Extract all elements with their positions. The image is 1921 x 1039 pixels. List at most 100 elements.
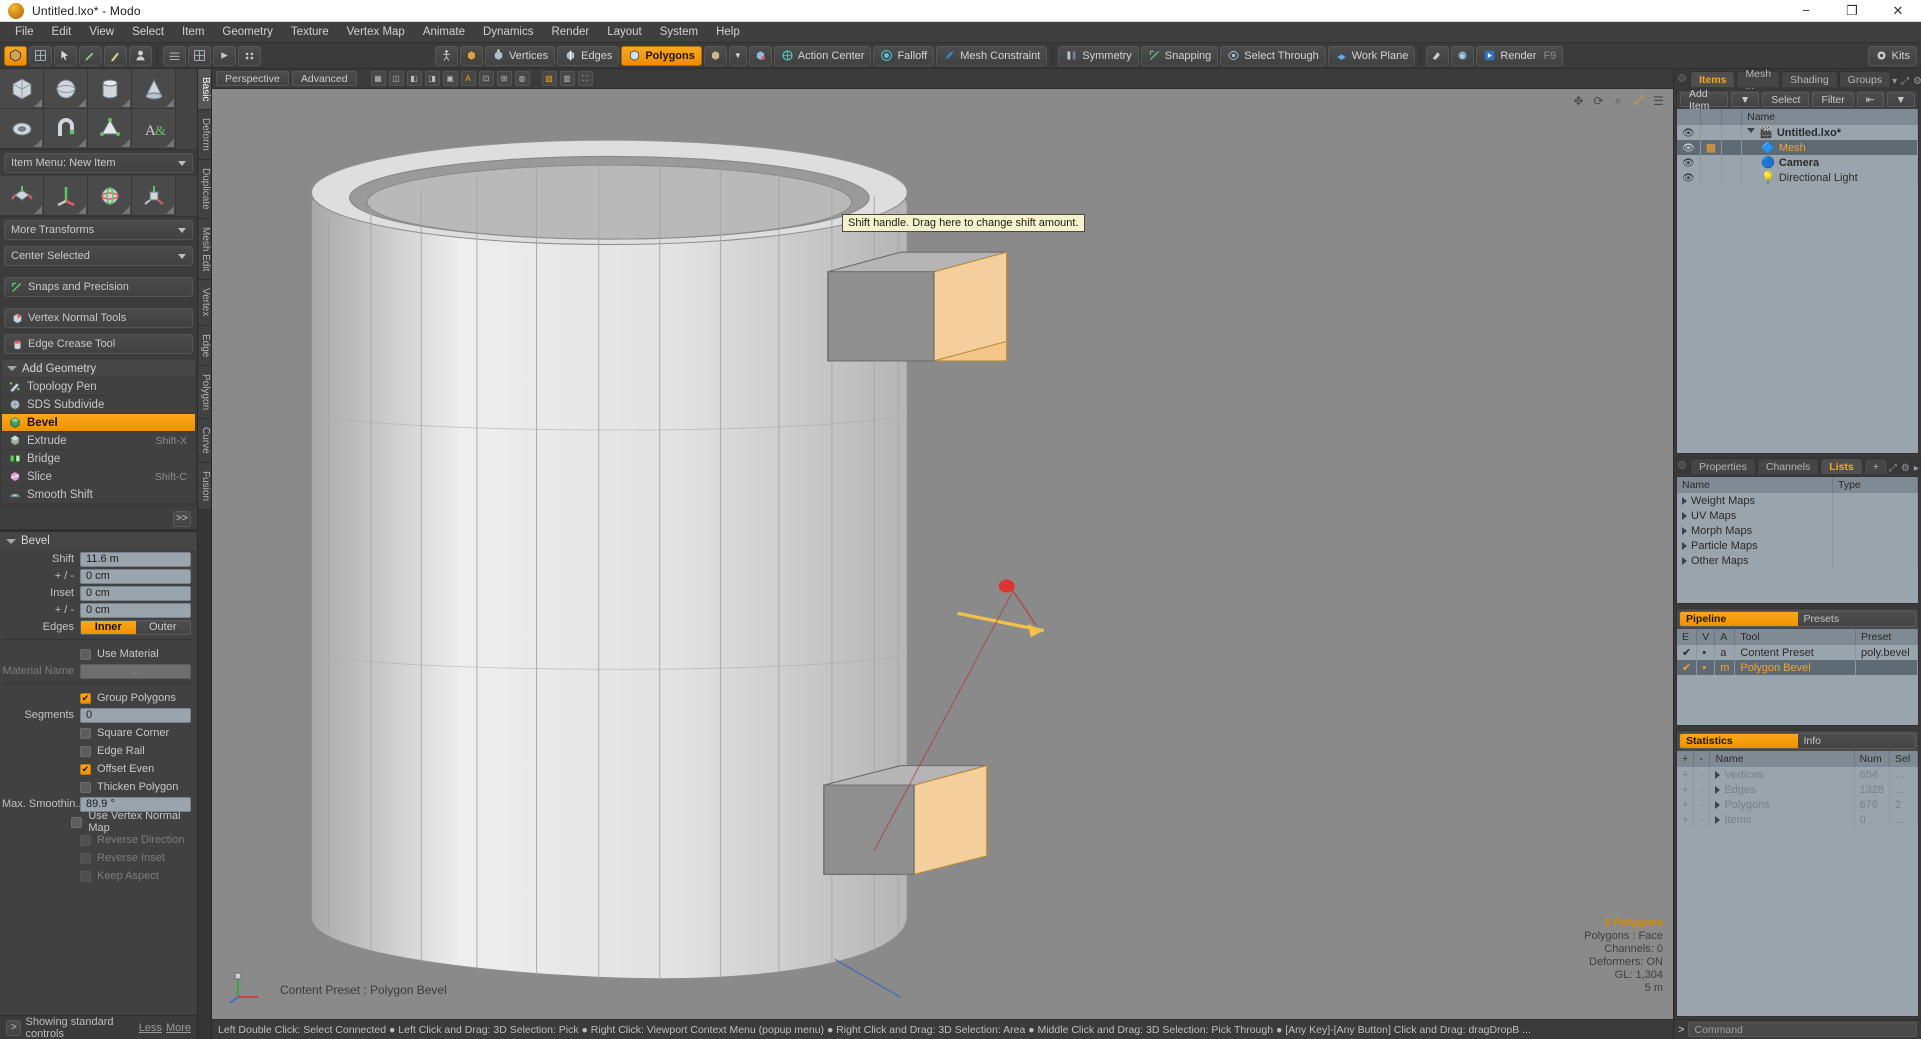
sculpt-icon[interactable] xyxy=(129,46,152,66)
capsule-icon[interactable] xyxy=(88,109,132,149)
shift-pm-input[interactable]: 0 cm xyxy=(80,569,191,584)
edges-mode[interactable]: Edges xyxy=(557,46,619,66)
menu-view[interactable]: View xyxy=(80,24,123,40)
expand-icon[interactable] xyxy=(1682,527,1687,535)
table-row[interactable]: ✔ • a Content Preset poly.bevel xyxy=(1677,645,1918,660)
menu-geometry[interactable]: Geometry xyxy=(213,24,282,40)
vertex-normal-tools-button[interactable]: Vertex Normal Tools xyxy=(4,308,193,328)
menu-texture[interactable]: Texture xyxy=(282,24,338,40)
vertices-mode[interactable]: Vertices xyxy=(485,46,555,66)
stat-remove-button[interactable]: - xyxy=(1694,782,1710,797)
expand-icon[interactable] xyxy=(1715,786,1720,794)
expand-icon[interactable] xyxy=(1682,557,1687,565)
overlay-icon[interactable]: ▥ xyxy=(560,71,575,86)
text-icon[interactable]: A& xyxy=(132,109,176,149)
maximize-panel-icon[interactable]: ⤢ xyxy=(1901,76,1909,87)
backdrop-icon[interactable]: ◨ xyxy=(425,71,440,86)
filter-button[interactable]: Filter xyxy=(1812,92,1853,107)
expand-icon[interactable] xyxy=(1682,512,1687,520)
arrow-icon[interactable] xyxy=(213,46,236,66)
expand-chevron-button[interactable]: >> xyxy=(173,511,191,527)
menu-system[interactable]: System xyxy=(651,24,707,40)
vtab-fusion[interactable]: Fusion xyxy=(198,463,211,510)
table-row[interactable]: + - Polygons 676 2 xyxy=(1677,797,1918,812)
maximize-panel-icon[interactable]: ⤢ xyxy=(1889,463,1897,474)
materials-mode-icon[interactable] xyxy=(749,46,772,66)
row-lock-cell[interactable] xyxy=(1722,155,1742,170)
select-icon[interactable] xyxy=(54,46,77,66)
menu-select[interactable]: Select xyxy=(123,24,173,40)
add-item-button[interactable]: Add Item xyxy=(1680,92,1728,107)
pipeline-enable-cell[interactable]: ✔ xyxy=(1677,660,1697,675)
tab-channels[interactable]: Channels xyxy=(1757,458,1819,474)
edges-option-inner[interactable]: Inner xyxy=(81,621,136,634)
bake-icon[interactable]: b xyxy=(1451,46,1474,66)
square-corner-checkbox[interactable] xyxy=(80,728,91,739)
row-select-cell[interactable]: ▩ xyxy=(1700,140,1721,155)
table-row[interactable]: 👁 🎬 Untitled.lxo* xyxy=(1677,125,1918,140)
tab-add[interactable]: + xyxy=(1864,458,1888,474)
row-eye-icon[interactable]: 👁 xyxy=(1677,155,1700,170)
max-smoothing-input[interactable]: 89.9 ° xyxy=(80,797,191,812)
bevel-properties-header[interactable]: Bevel xyxy=(0,532,197,550)
tab-presets[interactable]: Presets xyxy=(1798,612,1916,626)
table-row[interactable]: + - Vertices 654 ... xyxy=(1677,767,1918,782)
vtab-edge[interactable]: Edge xyxy=(198,326,211,366)
inset-pm-input[interactable]: 0 cm xyxy=(80,603,191,618)
items-empty-area[interactable] xyxy=(1677,185,1918,453)
stat-remove-button[interactable]: - xyxy=(1694,767,1710,782)
table-row[interactable]: 👁 ▩ 🔷 Mesh xyxy=(1677,140,1918,155)
offset-even-checkbox[interactable]: ✔ xyxy=(80,764,91,775)
inset-input[interactable]: 0 cm xyxy=(80,586,191,601)
action-center-button[interactable]: Action Center xyxy=(774,46,872,66)
disclosure-icon[interactable] xyxy=(1747,128,1755,137)
scale-icon[interactable] xyxy=(132,176,176,216)
sphere-icon[interactable] xyxy=(44,69,88,109)
collapse-icon[interactable]: ⇤ xyxy=(1857,92,1884,107)
material-name-input[interactable]: ... xyxy=(80,664,191,679)
list-item[interactable]: Particle Maps xyxy=(1677,538,1918,553)
tab-lists[interactable]: Lists xyxy=(1820,458,1863,474)
command-input[interactable]: Command xyxy=(1688,1022,1917,1037)
menu-animate[interactable]: Animate xyxy=(414,24,474,40)
keep-aspect-checkbox[interactable] xyxy=(80,871,91,882)
shading-icon[interactable]: ◧ xyxy=(407,71,422,86)
viewport-view-mode-button[interactable]: Perspective xyxy=(216,71,289,86)
paint-icon[interactable] xyxy=(79,46,102,66)
cylinder-icon[interactable] xyxy=(88,69,132,109)
menu-edit[interactable]: Edit xyxy=(43,24,81,40)
gear-icon[interactable]: ⚙ xyxy=(1913,76,1921,87)
menu-icon[interactable]: ☰ xyxy=(1652,94,1665,107)
gear-icon[interactable]: ⚙ xyxy=(1901,463,1910,474)
menu-item[interactable]: Item xyxy=(173,24,213,40)
lists-empty-area[interactable] xyxy=(1677,568,1918,603)
lock-icon[interactable]: ⊡ xyxy=(479,71,494,86)
table-row[interactable]: + - Items 0 ... xyxy=(1677,812,1918,827)
topology-icon[interactable] xyxy=(163,46,186,66)
close-button[interactable]: ✕ xyxy=(1875,0,1921,22)
thicken-polygon-checkbox[interactable] xyxy=(80,782,91,793)
expand-icon[interactable] xyxy=(1715,771,1720,779)
dots-icon[interactable] xyxy=(238,46,261,66)
vtab-basic[interactable]: Basic xyxy=(198,69,211,110)
fit-icon[interactable]: ⤢ xyxy=(1632,94,1645,107)
reverse-direction-checkbox[interactable] xyxy=(80,835,91,846)
snaps-precision-button[interactable]: Snaps and Precision xyxy=(4,277,193,297)
menu-help[interactable]: Help xyxy=(707,24,749,40)
edge-rail-checkbox[interactable] xyxy=(80,746,91,757)
vtab-deform[interactable]: Deform xyxy=(198,110,211,160)
row-select-cell[interactable] xyxy=(1700,170,1721,185)
panel-menu-dot-icon[interactable] xyxy=(1678,74,1686,82)
filter-funnel-icon[interactable]: ▼ xyxy=(1887,92,1915,107)
more-transforms-button[interactable]: More Transforms xyxy=(4,220,193,240)
row-select-cell[interactable] xyxy=(1700,125,1721,140)
tab-statistics[interactable]: Statistics xyxy=(1680,734,1798,748)
table-row[interactable]: ✔ • m Polygon Bevel xyxy=(1677,660,1918,675)
vtab-vertex[interactable]: Vertex xyxy=(198,280,211,325)
row-lock-cell[interactable] xyxy=(1722,170,1742,185)
add-geometry-header[interactable]: Add Geometry xyxy=(2,360,195,377)
pen-icon[interactable] xyxy=(104,46,127,66)
reverse-inset-checkbox[interactable] xyxy=(80,853,91,864)
use-vertex-normal-map-checkbox[interactable] xyxy=(71,817,82,828)
tool-bevel[interactable]: Bevel xyxy=(2,414,195,432)
